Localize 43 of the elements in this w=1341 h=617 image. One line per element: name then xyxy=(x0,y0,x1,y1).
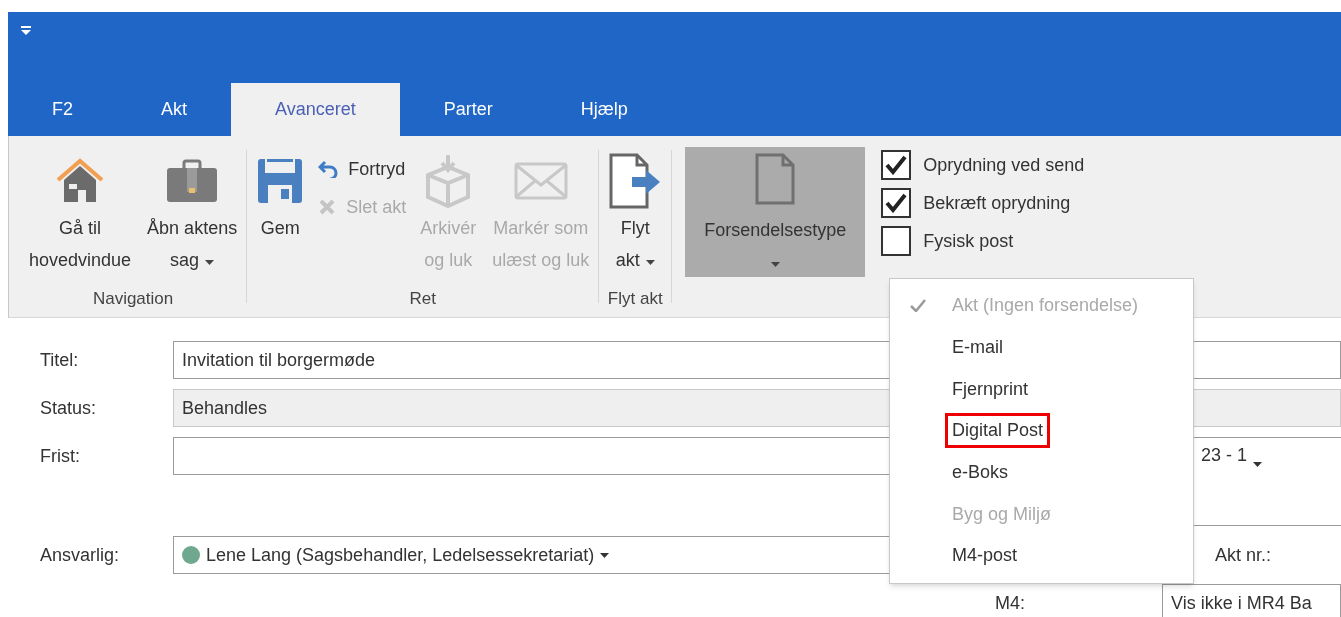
ribbon-button[interactable]: Gem xyxy=(248,136,313,286)
close-icon xyxy=(318,198,337,216)
field-label: Ansvarlig: xyxy=(40,543,121,567)
menu-item[interactable]: M4-post xyxy=(945,538,1025,574)
briefcase-icon xyxy=(165,158,220,204)
m4-field[interactable]: Vis ikke i MR4 Ba xyxy=(1162,584,1341,617)
checkbox-label: Bekræft oprydning xyxy=(923,191,1071,215)
caret-icon xyxy=(770,261,780,267)
checkbox[interactable] xyxy=(881,188,912,218)
ribbon-button[interactable]: Åbn aktens sag xyxy=(139,136,246,286)
caret-icon xyxy=(600,552,610,558)
caret-icon xyxy=(205,260,215,265)
group-label: Ret xyxy=(408,287,437,310)
ribbon-small-button[interactable]: Fortryd xyxy=(318,152,407,186)
ribbon-tab[interactable]: Akt xyxy=(117,83,232,136)
menu-item[interactable]: e-Boks xyxy=(945,455,1016,491)
checkmark-icon xyxy=(885,155,908,175)
caret-icon xyxy=(645,260,655,265)
ribbon-tab[interactable]: Hjælp xyxy=(536,83,672,136)
field-label: M4: xyxy=(995,591,1026,615)
checkbox[interactable] xyxy=(881,226,912,256)
field-label: Frist: xyxy=(40,445,81,468)
ribbon-tab[interactable]: F2 xyxy=(8,83,117,136)
case-number-dropdown[interactable]: 23 - 1 xyxy=(1193,437,1341,526)
field-label: Status: xyxy=(40,396,98,420)
undo-arrow-icon xyxy=(318,160,339,178)
send-type-button[interactable]: Forsendelsestype xyxy=(685,147,866,277)
ribbon-button[interactable]: Flyt akt xyxy=(600,136,671,286)
document-icon xyxy=(755,153,796,205)
checkbox-label: Oprydning ved send xyxy=(923,153,1085,177)
field-label: Titel: xyxy=(40,348,80,372)
group-label: Flyt akt xyxy=(606,287,664,310)
checkbox-label: Fysisk post xyxy=(923,229,1014,253)
ribbon-button[interactable]: Gå til hovedvindue xyxy=(21,136,140,286)
menu-item[interactable]: Digital Post xyxy=(945,413,1051,449)
field-label: Akt nr.: xyxy=(1215,543,1272,567)
caret-icon xyxy=(1253,461,1263,467)
quick-access-icon[interactable] xyxy=(20,26,32,36)
group-label: Navigation xyxy=(91,287,175,310)
ribbon-tab[interactable]: Avanceret xyxy=(231,83,400,136)
ribbon-tab[interactable]: Parter xyxy=(399,83,537,136)
checkbox[interactable] xyxy=(881,150,912,180)
checkmark-icon xyxy=(885,193,908,213)
